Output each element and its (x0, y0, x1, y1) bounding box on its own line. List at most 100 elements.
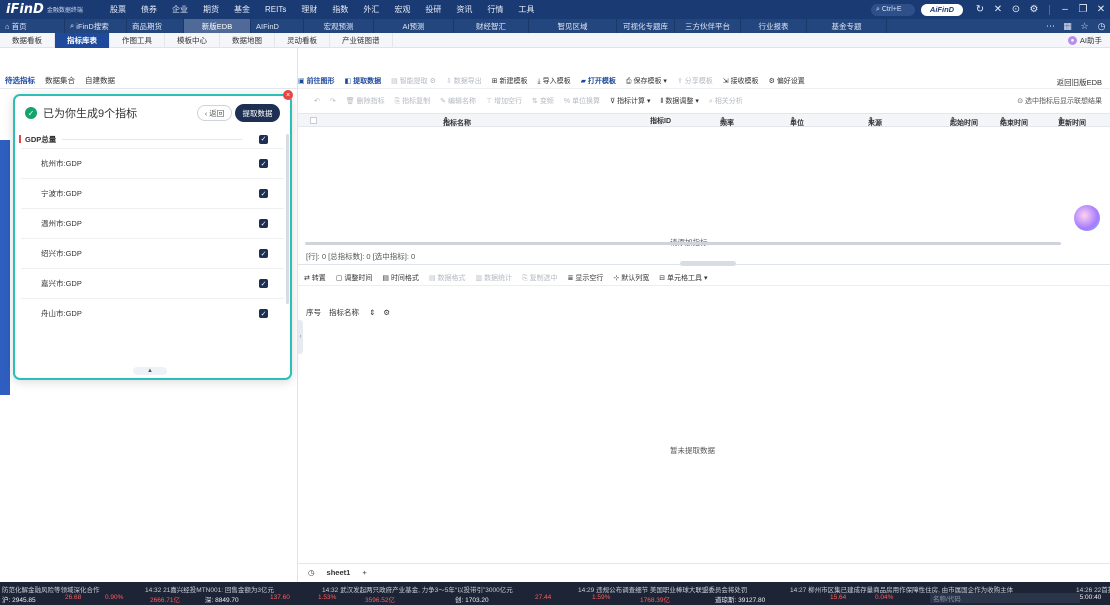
tab-custom-data[interactable]: 自建数据 (80, 75, 120, 86)
menu-index[interactable]: 指数 (332, 4, 348, 15)
item-checkbox[interactable]: ✓ (259, 189, 268, 198)
subtab-smart-board[interactable]: 灵动看板 (275, 32, 330, 48)
time-format-button[interactable]: ▤ 时间格式 (382, 273, 419, 283)
tab-macro-forecast[interactable]: 宏观预测 (304, 19, 374, 33)
add-blank-row-button[interactable]: ⊤ 增加空行 (486, 96, 522, 106)
select-all-checkbox[interactable] (310, 117, 317, 124)
global-search[interactable]: ⌕ Ctrl+E (871, 3, 915, 16)
subtab-data-map[interactable]: 数据地图 (220, 32, 275, 48)
news-item[interactable]: 14:32 武汉发起两只政府产业基金, 力争3～5年“以投带引”3000亿元 (322, 584, 513, 594)
popup-close-icon[interactable]: × (283, 90, 293, 100)
app-logo[interactable]: iFinD 金融数据终端 (0, 2, 110, 17)
tools-icon[interactable]: ✕ (989, 4, 1007, 15)
col-indicator-id[interactable]: 指标ID (650, 116, 671, 126)
tab-region[interactable]: 智见区域 (529, 19, 617, 33)
goto-chart-button[interactable]: ▣ 前往图形 (298, 76, 335, 86)
sheet-clock-icon[interactable]: ◷ (308, 568, 315, 577)
share-template-button[interactable]: ⇪ 分享模板 (677, 76, 713, 86)
subtab-chart-tool[interactable]: 作图工具 (110, 32, 165, 48)
item-checkbox[interactable]: ✓ (259, 159, 268, 168)
item-checkbox[interactable]: ✓ (259, 219, 268, 228)
preferences-button[interactable]: ⚙ 偏好设置 (769, 76, 805, 86)
menu-enterprise[interactable]: 企业 (172, 4, 188, 15)
tab-candidate-indicators[interactable]: 待选指标 (0, 75, 40, 86)
column-settings-gear-icon[interactable]: ⚙ (383, 308, 390, 317)
menu-wealth[interactable]: 理财 (301, 4, 317, 15)
menu-research[interactable]: 投研 (425, 4, 441, 15)
save-template-button[interactable]: ⎙ 保存模板 ▾ (626, 76, 667, 86)
tab-ifind-search[interactable]: ⌕ iFinD搜索 (65, 19, 127, 33)
news-item[interactable]: 14:29 违规公布调查细节 美国职业棒球大联盟委员会将处罚 (578, 584, 747, 594)
frequency-button[interactable]: ⇅ 变频 (532, 96, 554, 106)
back-old-edb-link[interactable]: 返回旧版EDB (1057, 77, 1102, 88)
data-adjust-button[interactable]: ⫴ 数据调整 ▾ (661, 96, 699, 106)
menu-quotes[interactable]: 行情 (487, 4, 503, 15)
list-item[interactable]: 绍兴市:GDP ✓ (21, 238, 284, 268)
tab-data-collection[interactable]: 数据集合 (40, 75, 80, 86)
star-icon[interactable]: ☆ (1076, 21, 1093, 32)
col-unit[interactable]: 单位 ⇕ (790, 116, 804, 127)
copy-selected-button[interactable]: ⎘ 复制选中 (522, 273, 558, 283)
open-template-button[interactable]: ▰ 打开模板 (581, 76, 616, 86)
menu-forex[interactable]: 外汇 (363, 4, 379, 15)
subtab-template-center[interactable]: 模板中心 (165, 32, 220, 48)
subtab-indicator-library[interactable]: 指标库表 (55, 32, 110, 48)
unit-convert-button[interactable]: % 单位换算 (564, 96, 600, 106)
tab-fund-topic[interactable]: 基金专题 (807, 19, 887, 33)
list-item[interactable]: 宁波市:GDP ✓ (21, 178, 284, 208)
col-frequency[interactable]: 频率 ⇕ (720, 116, 734, 127)
cell-tools-button[interactable]: ⊟ 单元格工具 ▾ (659, 273, 707, 283)
import-template-button[interactable]: ⤓ 导入模板 (538, 76, 571, 86)
menu-bond[interactable]: 债券 (141, 4, 157, 15)
news-item[interactable]: 14:32 21嘉兴经投MTN001: 回售金额为3亿元 (145, 584, 274, 594)
delete-indicator-button[interactable]: 🗑 删除指标 (346, 96, 385, 106)
menu-reits[interactable]: REITs (265, 5, 286, 14)
menu-macro[interactable]: 宏观 (394, 4, 410, 15)
new-template-button[interactable]: ⊞ 新建模板 (492, 76, 528, 86)
menu-news[interactable]: 资讯 (456, 4, 472, 15)
correlation-button[interactable]: ⌕ 相关分析 (709, 96, 743, 106)
tab-partner-platform[interactable]: 三方伙伴平台 (675, 19, 741, 33)
smart-extract-button[interactable]: ▤ 智能提取 ⚙ (391, 76, 436, 86)
index-cyb-label[interactable]: 创: 1703.20 (455, 594, 489, 604)
popup-scrollbar[interactable] (286, 134, 289, 304)
sheet-tab[interactable]: sheet1 (327, 568, 351, 577)
list-item[interactable]: 舟山市:GDP ✓ (21, 298, 284, 328)
close-icon[interactable]: ✕ (1092, 4, 1110, 15)
tab-ai-forecast[interactable]: AI预测 (374, 19, 454, 33)
undo-icon[interactable]: ↶ (314, 97, 320, 105)
default-column-width-button[interactable]: ⊹ 默认列宽 (613, 273, 649, 283)
list-item[interactable]: 嘉兴市:GDP ✓ (21, 268, 284, 298)
list-item[interactable]: 温州市:GDP ✓ (21, 208, 284, 238)
news-item[interactable]: 防范化解金融风险等领域深化合作 (2, 584, 100, 594)
collapse-up-icon[interactable]: ▲ (133, 367, 167, 375)
index-dji-label[interactable]: 道琼斯: 39127.80 (715, 594, 765, 604)
horizontal-scrollbar[interactable] (305, 242, 1061, 245)
list-item[interactable]: 杭州市:GDP ✓ (21, 148, 284, 178)
receive-template-button[interactable]: ⇲ 接收模板 (723, 76, 759, 86)
history-icon[interactable]: ◷ (1093, 21, 1110, 32)
item-checkbox[interactable]: ✓ (259, 279, 268, 288)
ai-helper-button[interactable]: ● AI助手 (1067, 35, 1102, 46)
index-sh-label[interactable]: 沪: 2945.85 (2, 594, 36, 604)
export-data-button[interactable]: ⇩ 数据导出 (446, 76, 482, 86)
item-checkbox[interactable]: ✓ (259, 249, 268, 258)
tab-industry-report[interactable]: 行业报表 (741, 19, 807, 33)
menu-tools[interactable]: 工具 (518, 4, 534, 15)
ticker-search-input[interactable]: 名称/代码 (930, 593, 1080, 603)
settings-gear-icon[interactable]: ⚙ (1025, 4, 1043, 15)
edit-name-button[interactable]: ✎ 编辑名称 (440, 96, 476, 106)
tab-commodity-futures[interactable]: 商品期货 (127, 19, 184, 33)
grid-icon[interactable]: ▦ (1059, 21, 1076, 32)
split-handle[interactable] (680, 261, 736, 266)
col-seq[interactable]: 序号 (306, 307, 321, 318)
data-format-button[interactable]: ▤ 数据格式 (429, 273, 466, 283)
more-icon[interactable]: ⋯ (1042, 21, 1059, 32)
help-icon[interactable]: ⊙ (1007, 4, 1025, 15)
collapse-left-icon[interactable]: ‹ (298, 320, 303, 354)
subtab-industry-chain[interactable]: 产业链图谱 (330, 32, 393, 48)
extract-data-button[interactable]: 提取数据 (235, 104, 280, 122)
aifind-button[interactable]: AiFinD (921, 3, 963, 16)
ai-assistant-float-icon[interactable] (1074, 205, 1100, 231)
menu-fund[interactable]: 基金 (234, 4, 250, 15)
